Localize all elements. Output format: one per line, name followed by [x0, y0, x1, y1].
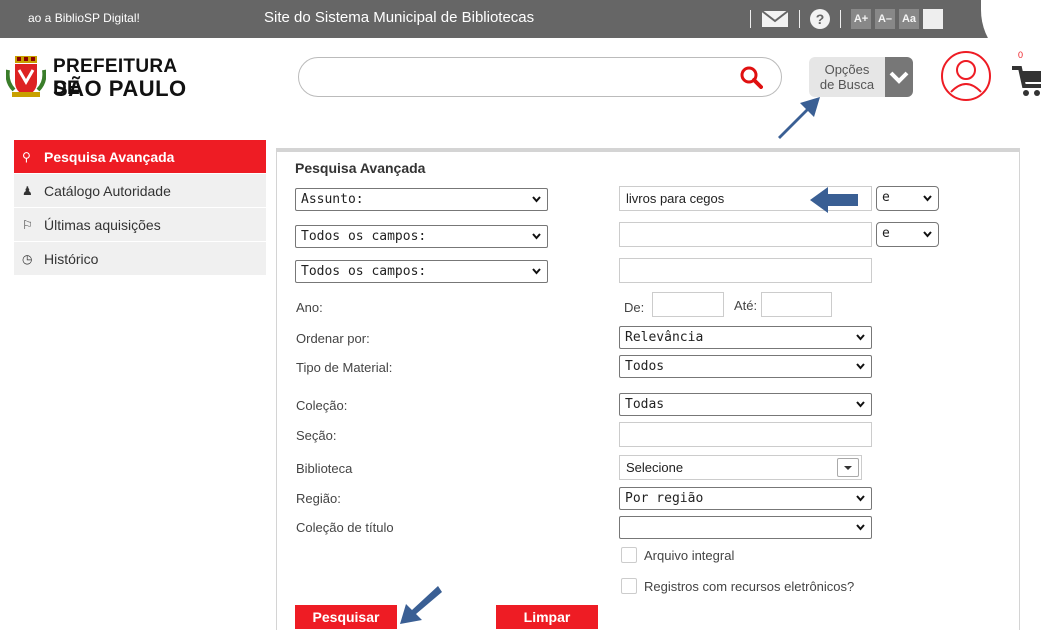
search-term-input-2[interactable] — [619, 222, 872, 247]
divider — [799, 10, 800, 28]
chevron-down-icon — [856, 363, 865, 370]
arquivo-integral-checkbox[interactable] — [621, 547, 637, 563]
ano-ate-label: Até: — [734, 298, 758, 313]
sidebar-item-ultimas-aquisicoes[interactable]: ⚐ Últimas aquisições — [14, 208, 266, 242]
ano-de-label: De: — [624, 300, 645, 315]
chevron-down-icon — [532, 233, 541, 240]
chevron-down-icon — [532, 196, 541, 203]
sidebar-menu: ⚲ Pesquisa Avançada ♟ Catálogo Autoridad… — [14, 140, 266, 276]
biblioteca-label: Biblioteca — [296, 461, 353, 476]
field-select-3[interactable]: Todos os campos: — [295, 260, 548, 283]
search-icon[interactable] — [739, 65, 763, 89]
limpar-button[interactable]: Limpar — [496, 605, 598, 629]
colecao-titulo-label: Coleção de título — [296, 520, 394, 535]
prefeitura-logo[interactable]: PREFEITURA DE SÃO PAULO — [6, 52, 196, 102]
person-icon: ♟ — [22, 183, 33, 198]
site-title-link[interactable]: Site do Sistema Municipal de Bibliotecas — [264, 9, 534, 26]
chevron-down-icon — [856, 524, 865, 531]
ano-label: Ano: — [296, 300, 323, 315]
user-account-icon[interactable] — [940, 50, 992, 102]
chevron-down-icon — [856, 495, 865, 502]
ordenar-label: Ordenar por: — [296, 331, 370, 346]
search-icon: ⚲ — [22, 149, 31, 164]
sidebar-item-label: Pesquisa Avançada — [44, 148, 175, 165]
logo-line-2: SÃO PAULO — [53, 76, 187, 101]
font-increase-button[interactable]: A+ — [851, 9, 871, 29]
secao-label: Seção: — [296, 428, 337, 443]
flag-icon: ⚐ — [22, 217, 33, 232]
search-options-label: Opções de Busca — [809, 57, 885, 97]
ordenar-select[interactable]: Relevância — [619, 326, 872, 349]
welcome-text: ao a BiblioSP Digital! — [28, 11, 140, 25]
top-bar: ao a BiblioSP Digital! Site do Sistema M… — [0, 0, 1041, 38]
sidebar-item-catalogo-autoridade[interactable]: ♟ Catálogo Autoridade — [14, 174, 266, 208]
colecao-titulo-select[interactable] — [619, 516, 872, 539]
cart-count: 0 — [1018, 50, 1024, 60]
secao-input[interactable] — [619, 422, 872, 447]
search-box[interactable] — [298, 57, 782, 97]
tipo-material-label: Tipo de Material: — [296, 360, 393, 375]
caret-down-icon — [844, 466, 852, 470]
dropdown-toggle-button[interactable] — [837, 458, 859, 477]
mail-icon[interactable] — [761, 10, 789, 28]
colecao-label: Coleção: — [296, 398, 348, 413]
sidebar-item-label: Histórico — [44, 250, 99, 267]
ano-ate-input[interactable] — [761, 292, 832, 317]
panel-title: Pesquisa Avançada — [295, 160, 426, 176]
clock-icon: ◷ — [22, 251, 33, 266]
operator-select-1[interactable]: e — [876, 186, 939, 211]
cart-button[interactable]: 0 — [1010, 50, 1041, 100]
sidebar-item-historico[interactable]: ◷ Histórico — [14, 242, 266, 276]
registros-eletronicos-label: Registros com recursos eletrônicos? — [644, 579, 855, 594]
chevron-down-icon — [532, 268, 541, 275]
sidebar-item-label: Catálogo Autoridade — [44, 182, 171, 199]
help-icon[interactable]: ? — [810, 9, 830, 29]
regiao-label: Região: — [296, 491, 341, 506]
search-options-button[interactable]: Opções de Busca — [809, 57, 913, 97]
arquivo-integral-label: Arquivo integral — [644, 548, 735, 563]
pointer-arrow-icon — [400, 586, 442, 624]
colecao-select[interactable]: Todas — [619, 393, 872, 416]
cart-icon — [1012, 66, 1041, 96]
sidebar-item-pesquisa-avancada[interactable]: ⚲ Pesquisa Avançada — [14, 140, 266, 174]
registros-eletronicos-checkbox[interactable] — [621, 578, 637, 594]
chevron-down-icon — [923, 231, 932, 238]
accessibility-tools: ? A+ A– Aa — [740, 7, 947, 31]
chevron-down-icon — [923, 195, 932, 202]
contrast-button[interactable] — [923, 9, 943, 29]
ano-de-input[interactable] — [652, 292, 724, 317]
font-reset-button[interactable]: Aa — [899, 9, 919, 29]
crest-icon — [6, 56, 46, 97]
regiao-select[interactable]: Por região — [619, 487, 872, 510]
pointer-arrow-icon — [810, 187, 858, 213]
chevron-down-icon — [856, 401, 865, 408]
tipo-material-select[interactable]: Todos — [619, 355, 872, 378]
field-select-1[interactable]: Assunto: — [295, 188, 548, 211]
search-term-input-3[interactable] — [619, 258, 872, 283]
sidebar-item-label: Últimas aquisições — [44, 216, 161, 233]
operator-select-2[interactable]: e — [876, 222, 939, 247]
divider — [750, 10, 751, 28]
pointer-arrow-icon — [778, 97, 820, 139]
divider — [840, 10, 841, 28]
biblioteca-combobox[interactable]: Selecione — [619, 455, 862, 480]
font-decrease-button[interactable]: A– — [875, 9, 895, 29]
search-input[interactable] — [317, 67, 717, 89]
pesquisar-button[interactable]: Pesquisar — [295, 605, 397, 629]
field-select-2[interactable]: Todos os campos: — [295, 225, 548, 248]
chevron-down-icon[interactable] — [885, 57, 913, 97]
chevron-down-icon — [856, 334, 865, 341]
